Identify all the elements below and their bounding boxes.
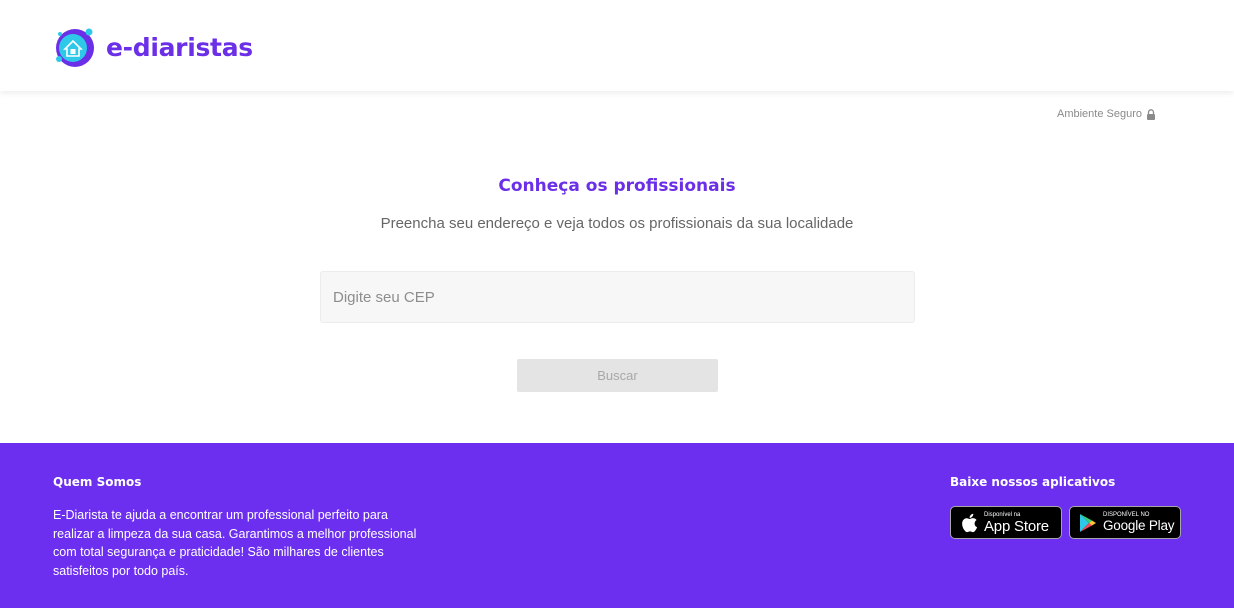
- app-store-badge[interactable]: Disponível na App Store: [950, 506, 1062, 539]
- app-store-small-text: Disponível na: [984, 511, 1021, 518]
- about-text: E-Diarista te ajuda a encontrar um profe…: [53, 508, 417, 578]
- site-footer: Quem Somos E-Diarista te ajuda a encontr…: [0, 443, 1234, 608]
- secure-environment: Ambiente Seguro: [1057, 108, 1156, 120]
- search-button[interactable]: Buscar: [517, 359, 718, 392]
- cep-input[interactable]: [320, 271, 915, 323]
- apps-title: Baixe nossos aplicativos: [950, 475, 1116, 489]
- google-play-badge[interactable]: DISPONÍVEL NO Google Play: [1069, 506, 1181, 539]
- brand-logo[interactable]: e-diaristas: [52, 24, 253, 70]
- page-subtitle: Preencha seu endereço e veja todos os pr…: [380, 215, 854, 232]
- google-play-big-text: Google Play: [1103, 518, 1175, 534]
- brand-name: e-diaristas: [106, 32, 253, 62]
- apple-icon: [962, 513, 978, 532]
- lock-icon: [1147, 108, 1155, 120]
- site-header: e-diaristas: [0, 0, 1234, 91]
- logo-house-icon: [56, 28, 94, 67]
- secure-label: Ambiente Seguro: [1057, 108, 1142, 120]
- about-title: Quem Somos: [53, 475, 142, 489]
- page-title: Conheça os profissionais: [498, 176, 736, 196]
- google-play-icon: [1080, 513, 1096, 532]
- app-store-big-text: App Store: [984, 517, 1049, 535]
